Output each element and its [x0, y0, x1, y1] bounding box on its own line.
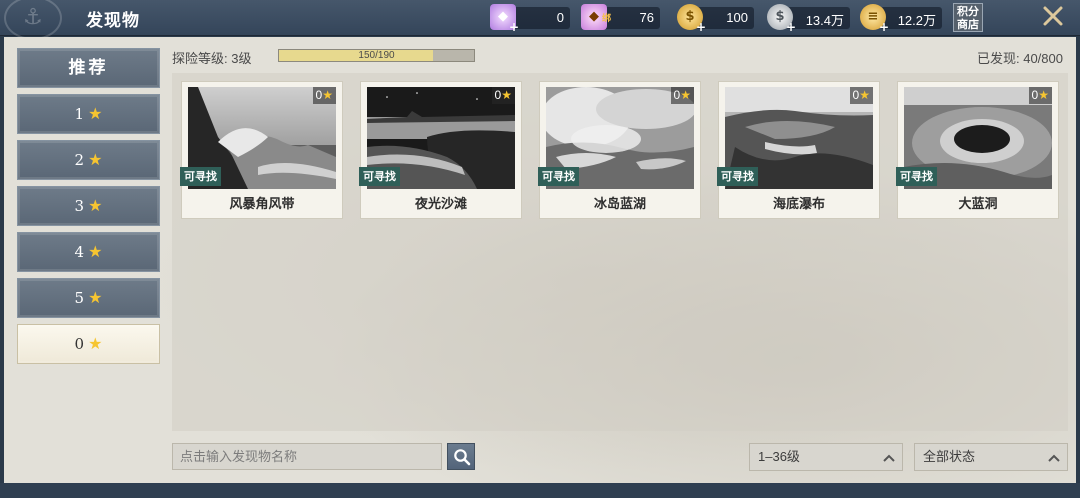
- card-name: 海底瀑布: [772, 197, 825, 212]
- star-icon: ★: [88, 334, 103, 353]
- card-name: 夜光沙滩: [414, 197, 467, 212]
- search-placeholder: 点击输入发现物名称: [180, 449, 298, 464]
- explore-progress-bar: 150/190: [278, 49, 475, 62]
- discovery-card[interactable]: 0★ 可寻找 夜光沙滩: [359, 81, 522, 219]
- star-icon: ★: [88, 150, 103, 169]
- findable-badge: 可寻找: [896, 167, 937, 186]
- star-count: 0★: [670, 87, 694, 104]
- card-name: 冰岛蓝湖: [593, 197, 646, 212]
- tab-4-star[interactable]: 4 ★: [17, 232, 160, 272]
- star-icon: ★: [1038, 88, 1049, 102]
- discovered-count: 已发现: 40/800: [977, 51, 1063, 66]
- star-count: 0★: [491, 87, 515, 104]
- dropdown-value: 1–36级: [758, 449, 800, 464]
- discovery-card[interactable]: 0★ 可寻找 海底瀑布: [717, 81, 880, 219]
- findable-badge: 可寻找: [717, 167, 758, 186]
- currency-value: 76: [639, 10, 654, 25]
- star-icon: ★: [859, 88, 870, 102]
- star-icon: ★: [680, 88, 691, 102]
- chevron-up-icon: [883, 454, 895, 462]
- currency-value: 12.2万: [897, 13, 936, 28]
- discovery-panel: 推荐 1 ★ 2 ★ 3 ★ 4 ★ 5 ★ 0 ★ 探险等级: 3级 150/190 已发…: [4, 37, 1076, 483]
- search-button[interactable]: [447, 443, 475, 470]
- dropdown-value: 全部状态: [923, 449, 976, 464]
- discovery-card[interactable]: 0★ 可寻找 冰岛蓝湖: [538, 81, 701, 219]
- star-count: 0★: [1028, 87, 1052, 104]
- tab-label: 推荐: [68, 58, 109, 78]
- currency-diamond: 0: [510, 7, 570, 29]
- purple-gem-icon[interactable]: ◆ +: [490, 4, 519, 33]
- status-filter-dropdown[interactable]: 全部状态: [914, 443, 1068, 471]
- star-icon: ★: [88, 242, 103, 261]
- discovery-grid: 0★ 可寻找 风暴角风带 0★ 可寻找 夜光沙滩 0★ 可寻找 冰岛蓝湖 0★ …: [172, 73, 1068, 431]
- card-name: 风暴角风带: [229, 197, 295, 212]
- tab-label: 3: [74, 197, 85, 215]
- findable-badge: 可寻找: [359, 167, 400, 186]
- gold-coin-icon[interactable]: $ +: [677, 4, 706, 33]
- tab-0-star[interactable]: 0 ★: [17, 324, 160, 364]
- bound-purple-gem-icon[interactable]: ◆ 绑: [581, 4, 611, 30]
- star-icon: ★: [88, 288, 103, 307]
- tab-5-star[interactable]: 5 ★: [17, 278, 160, 318]
- tab-label: 4: [74, 243, 85, 261]
- findable-badge: 可寻找: [538, 167, 579, 186]
- tab-2-star[interactable]: 2 ★: [17, 140, 160, 180]
- card-name: 大蓝洞: [958, 197, 998, 212]
- findable-badge: 可寻找: [180, 167, 221, 186]
- anchor-emblem-icon: ⚓: [4, 0, 62, 40]
- star-icon: ★: [322, 88, 333, 102]
- tab-label: 5: [74, 289, 85, 307]
- currency-value: 100: [726, 10, 748, 25]
- close-button[interactable]: [1040, 5, 1066, 31]
- tab-label: 0: [74, 335, 85, 353]
- currency-coins: 12.2万: [880, 7, 942, 29]
- currency-value: 0: [556, 10, 564, 25]
- close-icon: [1043, 6, 1063, 26]
- star-icon: ★: [88, 104, 103, 123]
- silver-coin-icon[interactable]: $ +: [767, 4, 796, 33]
- star-icon: ★: [88, 196, 103, 215]
- bottom-strip: [0, 483, 1080, 498]
- progress-text: 150/190: [358, 50, 395, 61]
- search-icon: [454, 449, 471, 466]
- shop-label-line1: 积分: [957, 5, 979, 18]
- level-filter-dropdown[interactable]: 1–36级: [749, 443, 903, 471]
- tab-3-star[interactable]: 3 ★: [17, 186, 160, 226]
- chevron-up-icon: [1048, 454, 1060, 462]
- points-shop-button[interactable]: 积分 商店: [953, 3, 983, 32]
- page-title: 发现物: [86, 11, 140, 31]
- search-input[interactable]: 点击输入发现物名称: [172, 443, 442, 470]
- currency-value: 13.4万: [805, 13, 844, 28]
- top-bar: ⚓ 发现物 0 ◆ + 76 ◆ 绑 100 $ + 13.4万 $ + 12.2万 ≡…: [0, 0, 1080, 40]
- explore-level-label: 探险等级: 3级: [172, 51, 252, 66]
- tab-1-star[interactable]: 1 ★: [17, 94, 160, 134]
- tab-label: 1: [74, 105, 85, 123]
- star-count: 0★: [849, 87, 873, 104]
- star-count: 0★: [312, 87, 336, 104]
- discovery-card[interactable]: 0★ 可寻找 风暴角风带: [180, 81, 343, 219]
- shop-label-line2: 商店: [957, 18, 979, 31]
- tab-recommend[interactable]: 推荐: [17, 48, 160, 88]
- gold-coins-stack-icon[interactable]: ≡ +: [860, 4, 889, 33]
- star-icon: ★: [501, 88, 512, 102]
- discovery-card[interactable]: 0★ 可寻找 大蓝洞: [896, 81, 1059, 219]
- tab-label: 2: [74, 151, 85, 169]
